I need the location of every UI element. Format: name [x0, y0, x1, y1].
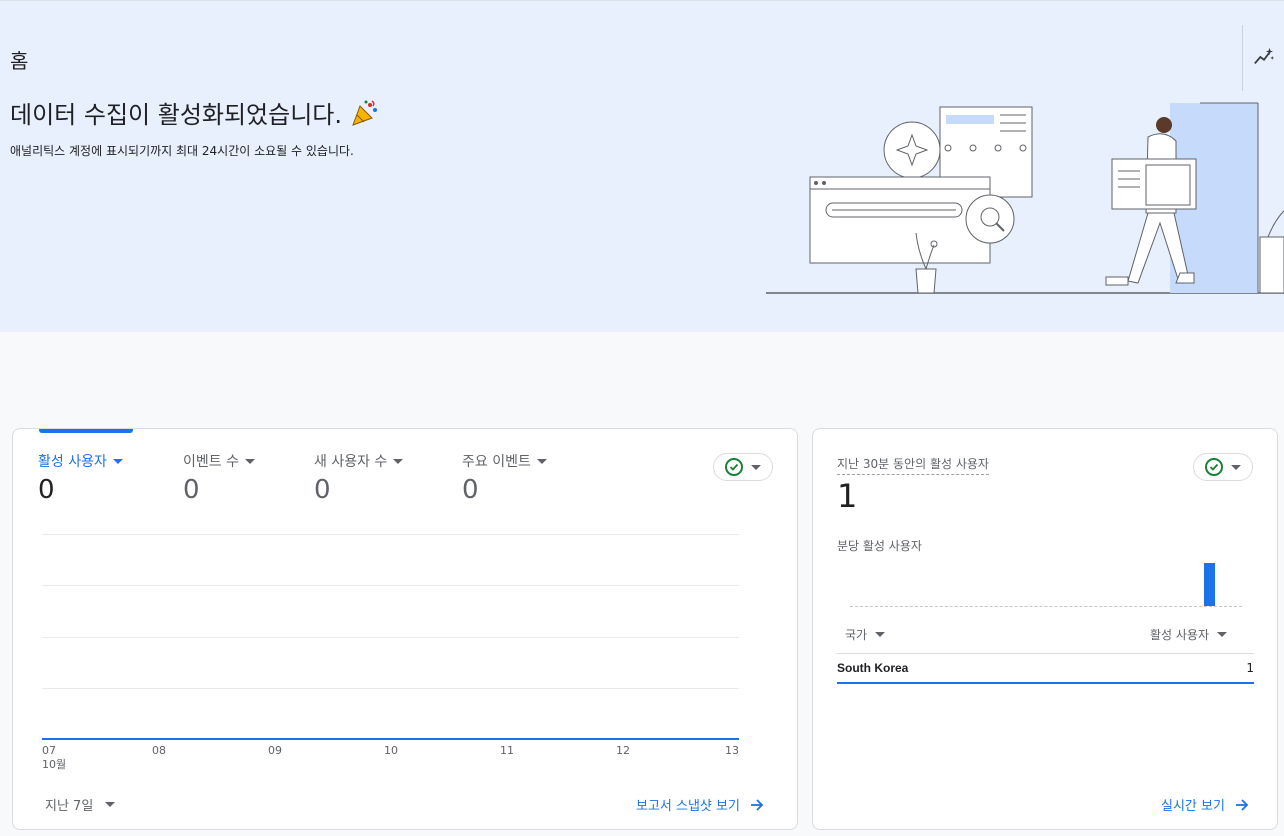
chart-gridline: [42, 688, 739, 689]
metric-tab-event-count[interactable]: 이벤트 수 0: [183, 451, 255, 505]
insights-button[interactable]: [1252, 45, 1276, 69]
page-title: 홈: [10, 49, 29, 73]
chevron-down-icon: [536, 458, 547, 464]
country-column-label: 국가: [845, 628, 868, 642]
chevron-down-icon: [105, 802, 116, 807]
realtime-active-users-value: 1: [837, 477, 858, 515]
arrow-right-icon: [750, 798, 764, 811]
metric-label-text: 이벤트 수: [183, 454, 239, 470]
metric-tab-active-users[interactable]: 활성 사용자 0: [38, 451, 123, 505]
chevron-down-icon: [1217, 632, 1228, 637]
x-tick-label: 10: [384, 744, 398, 757]
metric-tab-new-users[interactable]: 새 사용자 수 0: [314, 451, 404, 505]
per-minute-users-label: 분당 활성 사용자: [837, 539, 922, 553]
minute-chart-baseline: [850, 606, 1242, 607]
realtime-card: 지난 30분 동안의 활성 사용자 1 분당 활성 사용자 국가 활성 사용자 …: [812, 428, 1278, 830]
active-users-column-label: 활성 사용자: [1150, 628, 1210, 642]
metric-value: 0: [38, 475, 55, 505]
metric-tab-key-events[interactable]: 주요 이벤트 0: [462, 451, 547, 505]
overview-card: 활성 사용자 0 이벤트 수 0 새 사용자 수 0 주요 이벤트 0 07 0…: [12, 428, 798, 830]
view-realtime-link[interactable]: 실시간 보기: [1161, 795, 1249, 814]
x-tick-label: 09: [268, 744, 282, 757]
hero-headline: 데이터 수집이 활성화되었습니다.: [10, 95, 380, 130]
x-tick-label: 13: [725, 744, 739, 757]
hero-illustration: [766, 102, 1284, 294]
header-divider: [1242, 25, 1243, 91]
check-circle-icon: [1205, 458, 1223, 476]
metric-label: 활성 사용자: [38, 451, 123, 471]
metric-label-text: 새 사용자 수: [314, 454, 388, 470]
view-report-snapshot-label: 보고서 스냅샷 보기: [636, 799, 740, 814]
users-cell: 1: [1246, 661, 1254, 675]
metric-label: 이벤트 수: [183, 451, 255, 471]
data-quality-status-button[interactable]: [713, 453, 773, 481]
chart-gridline: [42, 637, 739, 638]
x-tick-label: 12: [616, 744, 630, 757]
metric-label: 새 사용자 수: [314, 451, 404, 471]
check-circle-icon: [725, 458, 743, 476]
view-report-snapshot-link[interactable]: 보고서 스냅샷 보기: [636, 795, 764, 814]
hero-headline-text: 데이터 수집이 활성화되었습니다.: [10, 101, 343, 129]
metric-value: 0: [183, 475, 200, 505]
chart-gridline: [42, 534, 739, 535]
chevron-down-icon: [112, 458, 123, 464]
party-popper-icon: [352, 99, 378, 126]
date-range-select[interactable]: 지난 7일: [45, 795, 116, 814]
per-minute-bar-chart: [850, 561, 1242, 607]
country-column-header[interactable]: 국가: [845, 626, 886, 643]
realtime-status-button[interactable]: [1193, 453, 1253, 481]
realtime-title[interactable]: 지난 30분 동안의 활성 사용자: [837, 455, 989, 475]
insights-sparkle-icon: [1254, 47, 1275, 65]
table-row[interactable]: South Korea 1: [837, 654, 1254, 684]
active-users-series-line: [42, 738, 739, 740]
minute-bar[interactable]: [1203, 563, 1215, 606]
chevron-down-icon: [1231, 464, 1241, 470]
hero-subline: 애널리틱스 계정에 표시되기까지 최대 24시간이 소요될 수 있습니다.: [10, 144, 354, 158]
x-tick-label: 11: [500, 744, 514, 757]
active-users-column-header[interactable]: 활성 사용자: [1150, 626, 1228, 643]
chevron-down-icon: [244, 458, 255, 464]
chevron-down-icon: [875, 632, 886, 637]
date-range-value: 지난 7일: [45, 799, 94, 814]
chevron-down-icon: [751, 464, 761, 470]
hero-banner: 홈 데이터 수집이 활성화되었습니다. 애널리틱스 계정에 표시되기까지 최대 …: [0, 0, 1284, 332]
active-metric-indicator: [39, 429, 133, 433]
country-cell: South Korea: [837, 661, 909, 675]
arrow-right-icon: [1235, 798, 1249, 811]
x-tick-label: 08: [152, 744, 166, 757]
chevron-down-icon: [393, 458, 404, 464]
metric-label-text: 활성 사용자: [38, 454, 107, 470]
metric-value: 0: [462, 475, 479, 505]
metric-value: 0: [314, 475, 331, 505]
metric-label-text: 주요 이벤트: [462, 454, 531, 470]
metric-label: 주요 이벤트: [462, 451, 547, 471]
x-axis-month-label: 10월: [42, 758, 67, 771]
chart-gridline: [42, 585, 739, 586]
view-realtime-label: 실시간 보기: [1161, 799, 1225, 814]
